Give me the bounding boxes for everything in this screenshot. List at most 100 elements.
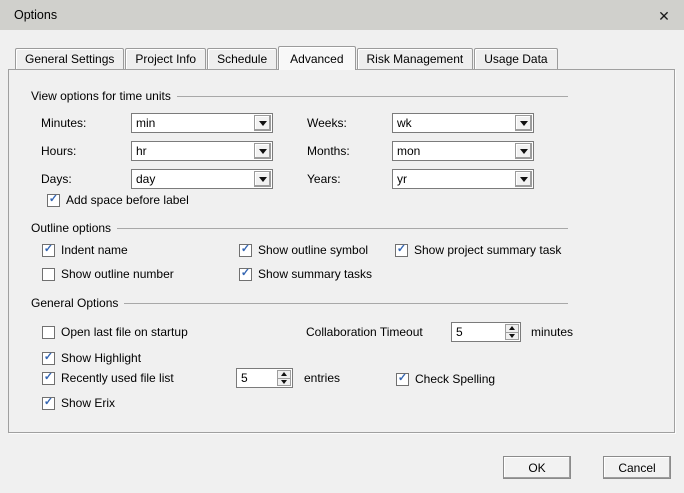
cancel-button[interactable]: Cancel [603, 456, 671, 479]
checkbox[interactable] [42, 267, 55, 281]
tab-label: Schedule [217, 52, 268, 66]
checkbox-label: Recently used file list [61, 371, 174, 385]
tab-schedule[interactable]: Schedule [207, 48, 278, 69]
dropdown-button[interactable] [515, 115, 532, 131]
dropdown-button[interactable] [254, 171, 271, 187]
dropdown-value: min [136, 116, 156, 130]
check-icon: ✓ [43, 243, 54, 255]
recently-used-file-list-checkbox[interactable]: ✓ Recently used file list [42, 371, 174, 385]
check-icon: ✓ [396, 243, 407, 255]
minutes-dropdown[interactable]: min [131, 113, 273, 133]
minutes-label: Minutes: [41, 116, 87, 130]
open-last-file-checkbox[interactable]: Open last file on startup [42, 325, 188, 339]
dropdown-value: wk [397, 116, 412, 130]
checkbox-label: Show summary tasks [258, 267, 373, 281]
minutes-suffix-label: minutes [531, 325, 574, 339]
checkbox[interactable]: ✓ [396, 372, 409, 386]
options-dialog: Options ✕ General Settings Project Info … [0, 0, 684, 493]
dropdown-button[interactable] [254, 115, 271, 131]
close-icon: ✕ [658, 7, 670, 24]
hours-dropdown[interactable]: hr [131, 141, 273, 161]
checkbox[interactable]: ✓ [395, 243, 408, 257]
check-icon: ✓ [43, 371, 54, 383]
spin-buttons [505, 324, 519, 340]
years-dropdown[interactable]: yr [392, 169, 534, 189]
close-button[interactable]: ✕ [654, 6, 674, 26]
show-highlight-checkbox[interactable]: ✓ Show Highlight [42, 351, 141, 365]
chevron-down-icon [519, 176, 528, 182]
checkbox[interactable]: ✓ [239, 267, 252, 281]
chevron-down-icon [258, 176, 267, 182]
tab-label: Risk Management [366, 52, 464, 66]
indent-name-checkbox[interactable]: ✓ Indent name [42, 243, 128, 257]
group-label: View options for time units [31, 89, 171, 103]
show-project-summary-task-checkbox[interactable]: ✓ Show project summary task [395, 243, 561, 257]
add-space-checkbox[interactable]: ✓ Add space before label [47, 193, 189, 207]
titlebar: Options ✕ [0, 0, 684, 30]
checkbox-label: Show outline symbol [258, 243, 369, 257]
months-dropdown[interactable]: mon [392, 141, 534, 161]
checkbox[interactable] [42, 325, 55, 339]
group-label: General Options [31, 296, 119, 310]
ok-button-label: OK [528, 460, 546, 475]
tab-project-info[interactable]: Project Info [125, 48, 207, 69]
checkbox-label: Add space before label [66, 193, 189, 207]
checkbox-label: Show Erix [61, 396, 116, 410]
chevron-down-icon [519, 148, 528, 154]
checkbox-label: Show outline number [61, 267, 174, 281]
checkbox-label: Open last file on startup [61, 325, 188, 339]
tab-general-settings[interactable]: General Settings [15, 48, 125, 69]
dropdown-button[interactable] [254, 143, 271, 159]
check-icon: ✓ [43, 396, 54, 408]
dropdown-value: yr [397, 172, 407, 186]
checkbox[interactable]: ✓ [42, 243, 55, 257]
show-outline-number-checkbox[interactable]: Show outline number [42, 267, 174, 281]
ok-button[interactable]: OK [503, 456, 571, 479]
hours-label: Hours: [41, 144, 77, 158]
tab-label: Project Info [135, 52, 197, 66]
dropdown-button[interactable] [515, 143, 532, 159]
check-icon: ✓ [397, 372, 408, 384]
show-summary-tasks-checkbox[interactable]: ✓ Show summary tasks [239, 267, 372, 281]
tab-advanced[interactable]: Advanced [278, 46, 356, 70]
checkbox[interactable]: ✓ [47, 193, 60, 207]
weeks-dropdown[interactable]: wk [392, 113, 534, 133]
spin-buttons [277, 370, 291, 386]
checkbox[interactable]: ✓ [42, 351, 55, 365]
tab-label: Advanced [290, 52, 344, 66]
group-label: Outline options [31, 221, 112, 235]
weeks-label: Weeks: [307, 116, 347, 130]
group-divider [176, 96, 568, 97]
collaboration-timeout-spinner[interactable] [451, 322, 521, 342]
dropdown-value: day [136, 172, 156, 186]
tab-label: Usage Data [484, 52, 548, 66]
spin-up-icon [281, 372, 287, 377]
check-icon: ✓ [240, 267, 251, 279]
group-title-general: General Options [31, 296, 568, 310]
check-spelling-checkbox[interactable]: ✓ Check Spelling [396, 372, 495, 386]
spin-down-button[interactable] [505, 331, 519, 340]
window-title: Options [14, 8, 58, 22]
spin-down-button[interactable] [277, 377, 291, 386]
tab-usage-data[interactable]: Usage Data [474, 48, 558, 69]
tab-bar: General Settings Project Info Schedule A… [15, 44, 559, 70]
months-label: Months: [307, 144, 350, 158]
checkbox[interactable]: ✓ [42, 396, 55, 410]
show-outline-symbol-checkbox[interactable]: ✓ Show outline symbol [239, 243, 368, 257]
checkbox-label: Show project summary task [414, 243, 562, 257]
checkbox[interactable]: ✓ [239, 243, 252, 257]
chevron-down-icon [258, 148, 267, 154]
dropdown-value: hr [136, 144, 147, 158]
dropdown-button[interactable] [515, 171, 532, 187]
check-icon: ✓ [48, 193, 59, 205]
days-dropdown[interactable]: day [131, 169, 273, 189]
recently-used-entries-spinner[interactable] [236, 368, 293, 388]
cancel-button-label: Cancel [618, 460, 656, 475]
group-title-time-units: View options for time units [31, 89, 568, 103]
tab-label: General Settings [25, 52, 115, 66]
show-erix-checkbox[interactable]: ✓ Show Erix [42, 396, 115, 410]
group-divider [124, 303, 568, 304]
chevron-down-icon [519, 120, 528, 126]
checkbox[interactable]: ✓ [42, 371, 55, 385]
tab-risk-management[interactable]: Risk Management [356, 48, 474, 69]
